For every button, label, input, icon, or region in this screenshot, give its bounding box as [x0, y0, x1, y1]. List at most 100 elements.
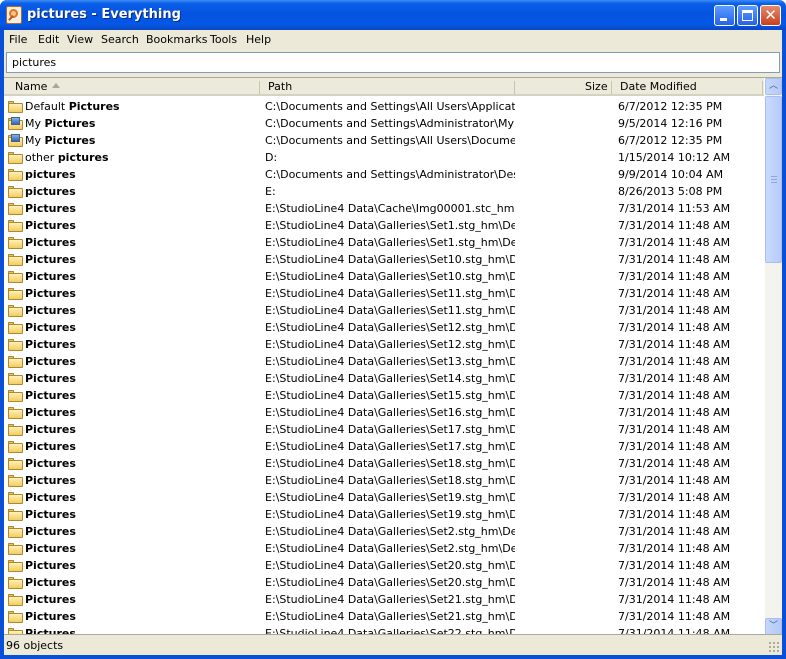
cell-path: E:\StudioLine4 Data\Galleries\Set2.stg_h…: [265, 525, 515, 538]
result-row[interactable]: Pictures E:\StudioLine4 Data\Galleries\Se…: [4, 489, 764, 506]
everything-magnifier-icon[interactable]: [6, 6, 22, 24]
result-row[interactable]: My Pictures C:\Documents and Settings\All…: [4, 132, 764, 149]
result-row[interactable]: Pictures E:\StudioLine4 Data\Galleries\Se…: [4, 608, 764, 625]
chevron-down-icon: ﹀: [768, 621, 778, 631]
folder-icon: [8, 169, 23, 181]
status-bar: 96 objects: [4, 634, 782, 655]
cell-path: E:\StudioLine4 Data\Galleries\Set19.stg_…: [265, 491, 515, 504]
cell-path: C:\Documents and Settings\All Users\Docu…: [265, 134, 515, 147]
cell-date-modified: 7/31/2014 11:53 AM: [618, 202, 731, 215]
cell-name: other pictures: [25, 151, 109, 164]
column-resize-handle[interactable]: [762, 81, 763, 94]
scroll-down-button[interactable]: ﹀: [765, 618, 782, 634]
folder-icon: [8, 509, 23, 521]
result-row[interactable]: pictures E: 8/26/2013 5:08 PM: [4, 183, 764, 200]
name-match: Pictures: [25, 576, 76, 589]
scroll-up-button[interactable]: ︿: [765, 78, 782, 95]
cell-date-modified: 7/31/2014 11:48 AM: [618, 491, 731, 504]
folder-icon: [8, 152, 23, 164]
result-row[interactable]: Pictures E:\StudioLine4 Data\Galleries\Se…: [4, 540, 764, 557]
cell-path: E:\StudioLine4 Data\Galleries\Set18.stg_…: [265, 457, 515, 470]
result-row[interactable]: Pictures E:\StudioLine4 Data\Galleries\Se…: [4, 251, 764, 268]
result-row[interactable]: Pictures E:\StudioLine4 Data\Galleries\Se…: [4, 353, 764, 370]
result-row[interactable]: Pictures E:\StudioLine4 Data\Cache\Img000…: [4, 200, 764, 217]
result-row[interactable]: other pictures D: 1/15/2014 10:12 AM: [4, 149, 764, 166]
vertical-scrollbar[interactable]: ︿ ﹀: [765, 78, 782, 634]
resize-grip-icon[interactable]: [768, 641, 780, 653]
grip-icon: [771, 176, 777, 183]
column-header-size[interactable]: Size: [585, 80, 608, 93]
result-row[interactable]: Pictures E:\StudioLine4 Data\Galleries\Se…: [4, 421, 764, 438]
folder-icon: [8, 339, 23, 351]
result-row[interactable]: Pictures E:\StudioLine4 Data\Galleries\Se…: [4, 319, 764, 336]
result-row[interactable]: Pictures E:\StudioLine4 Data\Galleries\Se…: [4, 574, 764, 591]
minimize-button[interactable]: [714, 5, 735, 26]
name-match: Pictures: [25, 304, 76, 317]
result-row[interactable]: Pictures E:\StudioLine4 Data\Galleries\Se…: [4, 625, 764, 634]
result-row[interactable]: Pictures E:\StudioLine4 Data\Galleries\Se…: [4, 285, 764, 302]
maximize-button[interactable]: [737, 5, 758, 26]
scroll-thumb[interactable]: [765, 96, 782, 263]
result-row[interactable]: Default Pictures C:\Documents and Setting…: [4, 98, 764, 115]
name-match: Pictures: [25, 202, 76, 215]
result-row[interactable]: Pictures E:\StudioLine4 Data\Galleries\Se…: [4, 506, 764, 523]
result-row[interactable]: Pictures E:\StudioLine4 Data\Galleries\Se…: [4, 438, 764, 455]
folder-icon: [8, 373, 23, 385]
name-match: Pictures: [25, 338, 76, 351]
folder-icon: [8, 305, 23, 317]
menu-help[interactable]: Help: [246, 33, 271, 46]
menu-view[interactable]: View: [67, 33, 93, 46]
folder-icon: [8, 594, 23, 606]
column-header-path[interactable]: Path: [268, 80, 292, 93]
cell-date-modified: 7/31/2014 11:48 AM: [618, 610, 731, 623]
menu-tools[interactable]: Tools: [210, 33, 237, 46]
result-row[interactable]: Pictures E:\StudioLine4 Data\Galleries\Se…: [4, 268, 764, 285]
column-header-date-modified[interactable]: Date Modified: [620, 80, 697, 93]
result-row[interactable]: Pictures E:\StudioLine4 Data\Galleries\Se…: [4, 217, 764, 234]
name-match: Pictures: [25, 525, 76, 538]
result-row[interactable]: Pictures E:\StudioLine4 Data\Galleries\Se…: [4, 336, 764, 353]
folder-icon: [8, 407, 23, 419]
result-row[interactable]: Pictures E:\StudioLine4 Data\Galleries\Se…: [4, 455, 764, 472]
menu-file[interactable]: File: [9, 33, 27, 46]
result-row[interactable]: pictures C:\Documents and Settings\Admini…: [4, 166, 764, 183]
search-input[interactable]: [7, 53, 779, 72]
folder-icon: [8, 322, 23, 334]
result-row[interactable]: Pictures E:\StudioLine4 Data\Galleries\Se…: [4, 591, 764, 608]
title-bar[interactable]: pictures - Everything ✕: [0, 0, 786, 30]
folder-icon: [8, 288, 23, 300]
cell-path: C:\Documents and Settings\All Users\Appl…: [265, 100, 515, 113]
cell-date-modified: 7/31/2014 11:48 AM: [618, 406, 731, 419]
search-field[interactable]: [6, 52, 780, 73]
result-row[interactable]: Pictures E:\StudioLine4 Data\Galleries\Se…: [4, 523, 764, 540]
result-row[interactable]: Pictures E:\StudioLine4 Data\Galleries\Se…: [4, 472, 764, 489]
menu-edit[interactable]: Edit: [38, 33, 59, 46]
folder-icon: [8, 271, 23, 283]
menu-search[interactable]: Search: [101, 33, 139, 46]
cell-path: E:\StudioLine4 Data\Galleries\Set13.stg_…: [265, 355, 515, 368]
column-header-name[interactable]: Name: [15, 80, 47, 93]
result-row[interactable]: Pictures E:\StudioLine4 Data\Galleries\Se…: [4, 302, 764, 319]
result-row[interactable]: My Pictures C:\Documents and Settings\Adm…: [4, 115, 764, 132]
cell-path: E:\StudioLine4 Data\Galleries\Set20.stg_…: [265, 559, 515, 572]
cell-name: Pictures: [25, 423, 76, 436]
cell-path: E:\StudioLine4 Data\Galleries\Set15.stg_…: [265, 389, 515, 402]
result-row[interactable]: Pictures E:\StudioLine4 Data\Galleries\Se…: [4, 234, 764, 251]
result-row[interactable]: Pictures E:\StudioLine4 Data\Galleries\Se…: [4, 404, 764, 421]
result-row[interactable]: Pictures E:\StudioLine4 Data\Galleries\Se…: [4, 370, 764, 387]
column-resize-handle[interactable]: [259, 81, 260, 94]
column-header: Name Path Size Date Modified: [4, 78, 764, 96]
cell-name: My Pictures: [25, 134, 95, 147]
close-button[interactable]: ✕: [760, 5, 781, 26]
name-match: Pictures: [25, 559, 76, 572]
column-resize-handle[interactable]: [514, 81, 515, 94]
cell-date-modified: 7/31/2014 11:48 AM: [618, 440, 731, 453]
result-row[interactable]: Pictures E:\StudioLine4 Data\Galleries\Se…: [4, 387, 764, 404]
menu-bookmarks[interactable]: Bookmarks: [146, 33, 207, 46]
folder-icon: [8, 611, 23, 623]
column-resize-handle[interactable]: [611, 81, 612, 94]
cell-date-modified: 7/31/2014 11:48 AM: [618, 474, 731, 487]
cell-date-modified: 7/31/2014 11:48 AM: [618, 355, 731, 368]
cell-date-modified: 7/31/2014 11:48 AM: [618, 542, 731, 555]
result-row[interactable]: Pictures E:\StudioLine4 Data\Galleries\Se…: [4, 557, 764, 574]
